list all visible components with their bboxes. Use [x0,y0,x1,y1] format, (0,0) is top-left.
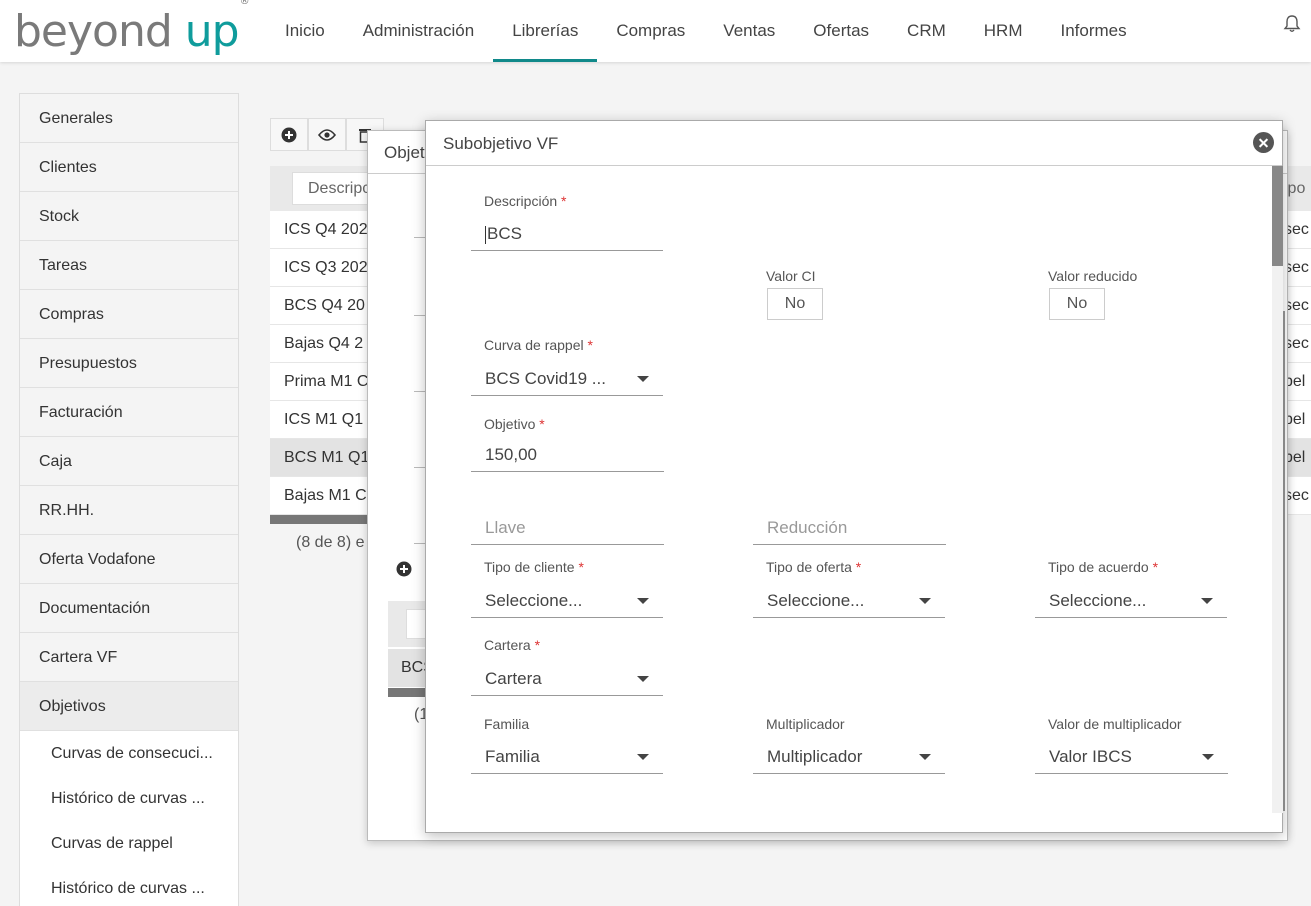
nav-informes[interactable]: Informes [1041,0,1145,62]
plus-circle-icon [281,127,297,142]
type-cell: sec [1284,325,1311,363]
sidebar-subitem-historico-curvas-1[interactable]: Histórico de curvas ... [20,776,238,821]
cartera-select[interactable]: Cartera [471,662,663,696]
nav-inicio[interactable]: Inicio [266,0,344,62]
tipo-cliente-label: Tipo de cliente * [484,559,584,575]
tipo-cliente-select[interactable]: Seleccione... [471,584,663,618]
sidebar-item-caja[interactable]: Caja [20,437,238,486]
sidebar-item-objetivos[interactable]: Objetivos [20,682,238,731]
chevron-down-icon [637,676,649,682]
type-cell: sec [1284,477,1311,515]
valor-multiplicador-label: Valor de multiplicador [1048,716,1182,732]
tipo-acuerdo-select[interactable]: Seleccione... [1035,584,1227,618]
type-cell: sec [1284,249,1311,287]
chevron-down-icon [919,754,931,760]
subobjective-scrollbar[interactable] [388,688,428,697]
divider [426,165,1282,166]
dialog-scrollbar-thumb[interactable] [1272,166,1283,266]
objetivo-dialog-title: Objet [384,143,425,162]
subobjective-row[interactable]: BCS [388,649,434,687]
nav-ventas[interactable]: Ventas [704,0,794,62]
chevron-down-icon [637,376,649,382]
chevron-down-icon [1201,598,1213,604]
sidebar-subitem-historico-curvas-2[interactable]: Histórico de curvas ... [20,866,238,906]
sidebar-item-stock[interactable]: Stock [20,192,238,241]
add-button[interactable] [270,118,308,151]
close-icon[interactable] [1253,132,1274,153]
sidebar: Generales Clientes Stock Tareas Compras … [19,93,239,906]
table-type-column: ipo sec sec sec sec pel pel pel sec [1284,166,1311,515]
sidebar-item-generales[interactable]: Generales [20,94,238,143]
tipo-acuerdo-label: Tipo de acuerdo * [1048,559,1159,575]
table-record-count: (8 de 8) e [296,534,365,551]
cartera-label: Cartera * [484,637,541,653]
nav-ofertas[interactable]: Ofertas [794,0,888,62]
descripcion-input[interactable]: BCS [471,217,663,251]
nav-crm[interactable]: CRM [888,0,965,62]
logo-registered-mark: ® [239,0,250,8]
sidebar-subitem-curvas-consecucion[interactable]: Curvas de consecuci... [20,731,238,776]
logo[interactable]: beyond up® [14,0,250,57]
type-cell: sec [1284,287,1311,325]
main-nav: Inicio Administración Librerías Compras … [266,0,1146,62]
sidebar-item-compras[interactable]: Compras [20,290,238,339]
outer-scrollbar[interactable] [1283,311,1285,811]
type-column-header: ipo [1284,166,1311,211]
chevron-down-icon [637,598,649,604]
nav-compras[interactable]: Compras [597,0,704,62]
sidebar-subitem-curvas-rappel[interactable]: Curvas de rappel [20,821,238,866]
valor-multiplicador-select[interactable]: Valor IBCS [1035,740,1228,774]
chevron-down-icon [637,754,649,760]
chevron-down-icon [919,598,931,604]
chevron-down-icon [1202,754,1214,760]
objetivo-label: Objetivo * [484,416,545,432]
subobjective-table-header [388,601,436,647]
familia-select[interactable]: Familia [471,740,663,774]
type-cell: pel [1284,401,1311,439]
eye-icon [318,128,336,141]
type-cell: pel [1284,363,1311,401]
nav-hrm[interactable]: HRM [965,0,1042,62]
subobjetivo-dialog: Subobjetivo VF Descripción * BCS Valor C… [425,120,1285,833]
familia-label: Familia [484,716,530,732]
tipo-oferta-label: Tipo de oferta * [766,559,862,575]
sidebar-item-documentacion[interactable]: Documentación [20,584,238,633]
sidebar-item-rrhh[interactable]: RR.HH. [20,486,238,535]
sidebar-item-facturacion[interactable]: Facturación [20,388,238,437]
sidebar-item-tareas[interactable]: Tareas [20,241,238,290]
llave-input[interactable]: Llave [471,511,664,545]
curva-rappel-label: Curva de rappel * [484,337,593,353]
valor-ci-toggle[interactable]: No [767,288,823,320]
valor-ci-label: Valor CI [766,268,816,284]
type-cell: sec [1284,211,1311,249]
sidebar-item-oferta-vodafone[interactable]: Oferta Vodafone [20,535,238,584]
multiplicador-label: Multiplicador [766,716,845,732]
logo-text-up: up [184,6,240,57]
top-navbar: beyond up® Inicio Administración Librerí… [0,0,1311,62]
type-cell: pel [1284,439,1311,477]
sidebar-item-clientes[interactable]: Clientes [20,143,238,192]
objetivo-input[interactable]: 150,00 [471,438,664,472]
multiplicador-select[interactable]: Multiplicador [753,740,945,774]
valor-reducido-label: Valor reducido [1048,268,1138,284]
add-subobjective-icon[interactable] [396,561,412,577]
bell-icon[interactable] [1282,14,1302,34]
text-cursor [485,225,486,244]
dialog-title: Subobjetivo VF [443,134,559,153]
valor-reducido-toggle[interactable]: No [1049,288,1105,320]
curva-rappel-select[interactable]: BCS Covid19 ... [471,362,663,396]
nav-librerias[interactable]: Librerías [493,0,598,62]
sidebar-item-presupuestos[interactable]: Presupuestos [20,339,238,388]
nav-administracion[interactable]: Administración [344,0,494,62]
view-button[interactable] [308,118,346,151]
reduccion-input[interactable]: Reducción [753,511,946,545]
descripcion-label: Descripción * [484,193,567,209]
logo-text-beyond: beyond [14,6,173,57]
sidebar-item-cartera-vf[interactable]: Cartera VF [20,633,238,682]
tipo-oferta-select[interactable]: Seleccione... [753,584,945,618]
